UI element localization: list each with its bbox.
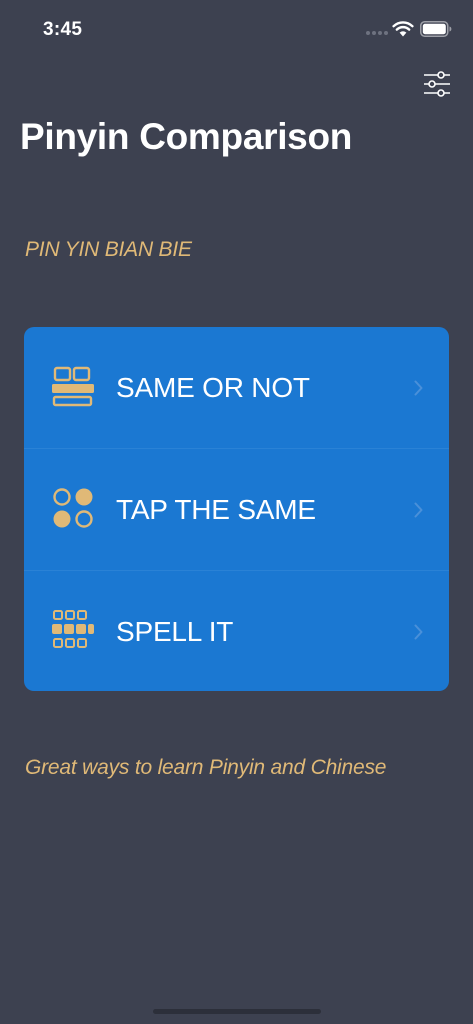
tap-the-same-icon [53,488,93,528]
tagline: Great ways to learn Pinyin and Chinese [25,756,387,779]
chevron-right-icon [414,380,423,396]
cellular-signal-icon [366,31,388,35]
sliders-icon [424,71,450,97]
menu-item-spell-it[interactable]: SPELL IT [24,570,449,691]
page-title: Pinyin Comparison [20,116,353,157]
chevron-right-icon [414,502,423,518]
same-or-not-icon [52,366,94,407]
chevron-right-icon [414,624,423,640]
menu-item-label: SAME OR NOT [116,371,310,403]
battery-icon [420,21,452,37]
status-bar: 3:45 [0,0,473,60]
subtitle: PIN YIN BIAN BIE [25,238,192,261]
wifi-icon [392,21,414,37]
menu-item-tap-the-same[interactable]: TAP THE SAME [24,448,449,570]
home-indicator[interactable] [153,1009,321,1014]
menu-item-label: SPELL IT [116,615,234,647]
menu-item-same-or-not[interactable]: SAME OR NOT [24,327,449,448]
spell-it-icon [52,610,94,648]
menu-item-label: TAP THE SAME [116,493,316,525]
status-time: 3:45 [43,19,83,40]
settings-button[interactable] [421,70,453,98]
menu-card: SAME OR NOT TAP THE SAME SPELL IT [24,327,449,691]
